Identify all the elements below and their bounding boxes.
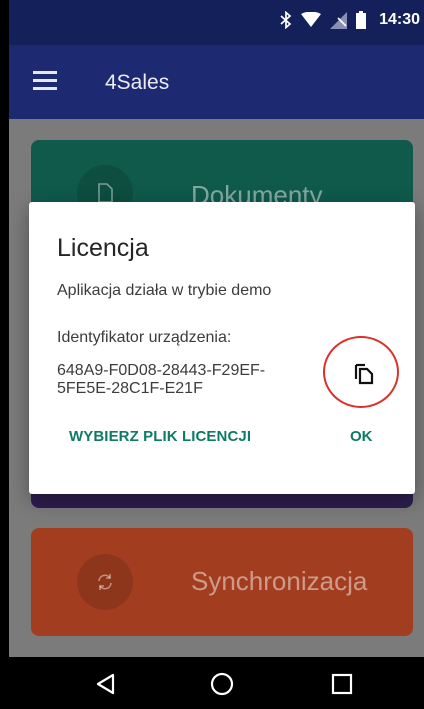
app-bar: 4Sales [9,45,424,119]
sync-icon [98,574,112,590]
wifi-icon [301,12,322,27]
back-icon[interactable] [93,671,119,697]
choose-license-file-button[interactable]: WYBIERZ PLIK LICENCJI [69,428,251,445]
navigation-bar [9,657,424,709]
phone-screen: 14:30 4Sales Dokumenty Synchronizacja Li… [9,0,424,709]
dialog-title: Licencja [57,234,149,262]
status-time: 14:30 [379,11,420,28]
app-title: 4Sales [105,71,170,94]
license-dialog: Licencja Aplikacja działa w trybie demo … [29,202,415,494]
battery-icon [356,11,367,29]
hamburger-menu-icon[interactable] [33,71,57,91]
tile-synchronization[interactable]: Synchronizacja [31,528,413,636]
no-signal-icon [330,11,348,29]
copy-device-id-button[interactable] [323,336,399,408]
dialog-message: Aplikacja działa w trybie demo [57,282,272,299]
recents-icon[interactable] [329,671,355,697]
copy-icon [354,363,374,385]
tile-sync-label: Synchronizacja [191,566,368,596]
ok-button[interactable]: OK [350,428,373,445]
home-icon[interactable] [209,671,235,697]
status-bar: 14:30 [9,0,424,45]
bluetooth-icon [280,11,292,29]
status-icons: 14:30 [280,9,420,31]
tile-sync-icon-circle [77,554,133,610]
device-id-label: Identyfikator urządzenia: [57,329,232,346]
device-id-value: 648A9-F0D08-28443-F29EF-5FE5E-28C1F-E21F [57,362,266,397]
